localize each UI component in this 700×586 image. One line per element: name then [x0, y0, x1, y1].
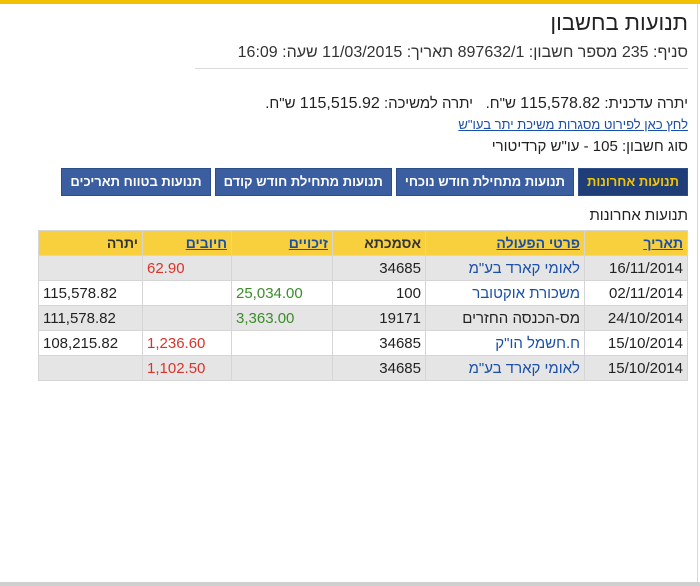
cell-reference: 19171: [332, 305, 426, 331]
header-divider: [195, 68, 688, 69]
tab-current-month[interactable]: תנועות מתחילת חודש נוכחי: [395, 168, 574, 196]
account-type: סוג חשבון: 105 - עו"ש קרדיטורי: [491, 138, 688, 155]
withdraw-balance-label: יתרה למשיכה:: [383, 95, 474, 112]
section-title: תנועות אחרונות: [589, 207, 688, 224]
column-header-reference: אסמכתא: [332, 230, 426, 256]
tab-previous-month[interactable]: תנועות מתחילת חודש קודם: [214, 168, 392, 196]
transactions-table: תאריך פרטי הפעולה אסמכתא זיכויים חיובים …: [38, 230, 688, 381]
cell-debit: 1,102.50: [142, 355, 232, 381]
tabs-bar: תנועות אחרונות תנועות מתחילת חודש נוכחי …: [61, 168, 688, 196]
withdraw-balance-unit: ש"ח.: [265, 95, 296, 112]
cell-balance: [38, 255, 143, 281]
cell-credit: [231, 255, 333, 281]
cell-credit: 25,034.00: [231, 280, 333, 306]
right-border: [697, 4, 698, 582]
current-balance-unit: ש"ח.: [485, 95, 516, 112]
column-header-date[interactable]: תאריך: [584, 230, 688, 256]
balance-line: יתרה עדכנית: 115,578.82 ש"ח. יתרה למשיכה…: [265, 95, 688, 113]
tab-recent-transactions[interactable]: תנועות אחרונות: [577, 168, 688, 196]
account-meta-line: סניף: 235 מספר חשבון: 897632/1 תאריך: 11…: [237, 44, 688, 61]
cell-debit: [142, 280, 232, 306]
cell-date: 24/10/2014: [584, 305, 688, 331]
table-row: 15/10/2014 לאומי קארד בע"מ 34685 1,102.5…: [38, 355, 688, 381]
cell-reference: 34685: [332, 355, 426, 381]
cell-debit: 1,236.60: [142, 330, 232, 356]
cell-balance: 108,215.82: [38, 330, 143, 356]
current-balance-label: יתרה עדכנית:: [604, 95, 688, 112]
column-header-debits[interactable]: חיובים: [142, 230, 232, 256]
table-row: 24/10/2014 מס-הכנסה החזרים 19171 3,363.0…: [38, 305, 688, 331]
cell-debit: 62.90: [142, 255, 232, 281]
current-balance-value: 115,578.82: [520, 95, 601, 112]
column-header-description[interactable]: פרטי הפעולה: [425, 230, 585, 256]
page-title: תנועות בחשבון: [550, 10, 688, 35]
cell-description-link[interactable]: ח.חשמל הו"ק: [425, 330, 585, 356]
cell-date: 15/10/2014: [584, 355, 688, 381]
top-accent-bar: [0, 0, 700, 4]
table-row: 16/11/2014 לאומי קארד בע"מ 34685 62.90: [38, 255, 688, 281]
cell-reference: 34685: [332, 255, 426, 281]
table-header-row: תאריך פרטי הפעולה אסמכתא זיכויים חיובים …: [38, 230, 688, 256]
bottom-border: [0, 582, 700, 586]
table-row: 15/10/2014 ח.חשמל הו"ק 34685 1,236.60 10…: [38, 330, 688, 356]
cell-debit: [142, 305, 232, 331]
cell-credit: [231, 355, 333, 381]
withdraw-balance-value: 115,515.92: [299, 95, 380, 112]
tab-date-range[interactable]: תנועות בטווח תאריכים: [61, 168, 211, 196]
cell-credit: [231, 330, 333, 356]
cell-description: מס-הכנסה החזרים: [425, 305, 585, 331]
cell-balance: [38, 355, 143, 381]
table-row: 02/11/2014 משכורת אוקטובר 100 25,034.00 …: [38, 280, 688, 306]
column-header-balance: יתרה: [38, 230, 143, 256]
cell-balance: 111,578.82: [38, 305, 143, 331]
cell-date: 02/11/2014: [584, 280, 688, 306]
cell-date: 16/11/2014: [584, 255, 688, 281]
cell-description-link[interactable]: משכורת אוקטובר: [425, 280, 585, 306]
column-header-credits[interactable]: זיכויים: [231, 230, 333, 256]
cell-credit: 3,363.00: [231, 305, 333, 331]
cell-date: 15/10/2014: [584, 330, 688, 356]
overdraft-details-link[interactable]: לחץ כאן לפירוט מסגרות משיכת יתר בעו"ש: [458, 117, 688, 132]
cell-description-link[interactable]: לאומי קארד בע"מ: [425, 355, 585, 381]
cell-reference: 34685: [332, 330, 426, 356]
cell-description-link[interactable]: לאומי קארד בע"מ: [425, 255, 585, 281]
cell-balance: 115,578.82: [38, 280, 143, 306]
cell-reference: 100: [332, 280, 426, 306]
